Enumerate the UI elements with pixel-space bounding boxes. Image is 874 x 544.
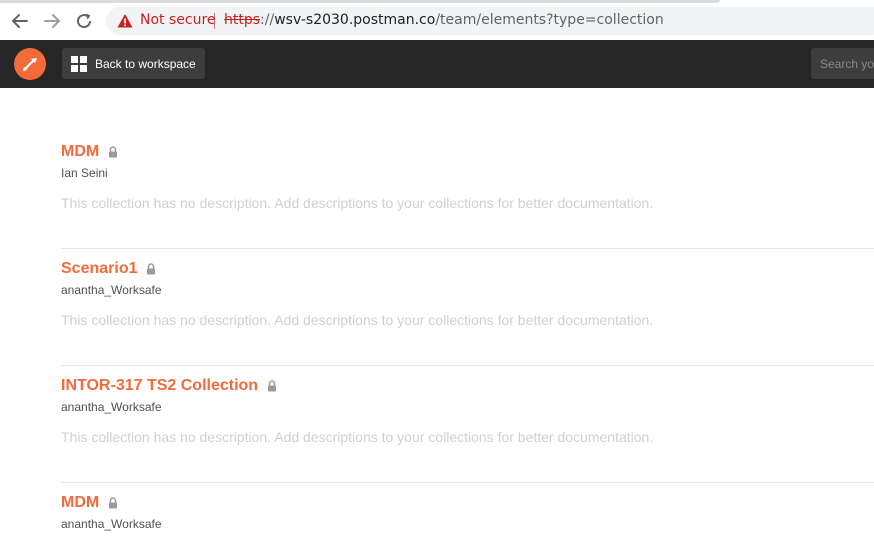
postman-logo-icon[interactable] (14, 48, 46, 80)
collection-item: MDM anantha_Worksafe (61, 492, 874, 531)
collection-description: This collection has no description. Add … (61, 429, 654, 445)
url-host: wsv-s2030.postman.co (274, 12, 436, 28)
url-scheme: https (224, 12, 261, 28)
divider (61, 482, 874, 483)
collection-title[interactable]: MDM (61, 143, 99, 161)
grid-icon (71, 55, 87, 72)
forward-arrow-icon[interactable] (41, 10, 63, 32)
collection-owner: anantha_Worksafe (61, 283, 162, 297)
url-path: /team/elements?type=collection (435, 12, 664, 28)
collection-owner: anantha_Worksafe (61, 400, 162, 414)
reload-icon[interactable] (73, 10, 95, 32)
collection-item: Scenario1 anantha_Worksafe This collecti… (61, 258, 874, 366)
collection-owner: anantha_Worksafe (61, 517, 162, 531)
collection-title[interactable]: Scenario1 (61, 260, 137, 278)
lock-icon (147, 263, 156, 275)
divider (61, 365, 874, 366)
omnibox-separator (214, 13, 215, 29)
security-status[interactable]: Not secure (140, 12, 216, 28)
divider (61, 248, 874, 249)
search-input[interactable] (811, 48, 874, 79)
collection-title[interactable]: INTOR-317 TS2 Collection (61, 377, 258, 395)
warning-icon (117, 14, 133, 28)
collection-item: MDM Ian Seini This collection has no des… (61, 141, 874, 249)
lock-icon (109, 146, 118, 158)
tab-strip-edge (0, 0, 720, 3)
collection-owner: Ian Seini (61, 166, 108, 180)
address-bar[interactable]: Not secure https://wsv-s2030.postman.co/… (106, 7, 874, 35)
back-arrow-icon[interactable] (9, 10, 31, 32)
collection-title[interactable]: MDM (61, 494, 99, 512)
url-separator: :// (260, 12, 275, 28)
url-text[interactable]: https://wsv-s2030.postman.co/team/elemen… (224, 12, 664, 28)
lock-icon (109, 497, 118, 509)
collection-description: This collection has no description. Add … (61, 312, 654, 328)
collection-description: This collection has no description. Add … (61, 195, 654, 211)
back-to-workspace-button[interactable]: Back to workspace (62, 48, 205, 79)
back-to-workspace-label: Back to workspace (95, 56, 196, 71)
browser-toolbar: Not secure https://wsv-s2030.postman.co/… (0, 0, 874, 40)
lock-icon (268, 380, 277, 392)
collection-item: INTOR-317 TS2 Collection anantha_Worksaf… (61, 375, 874, 483)
